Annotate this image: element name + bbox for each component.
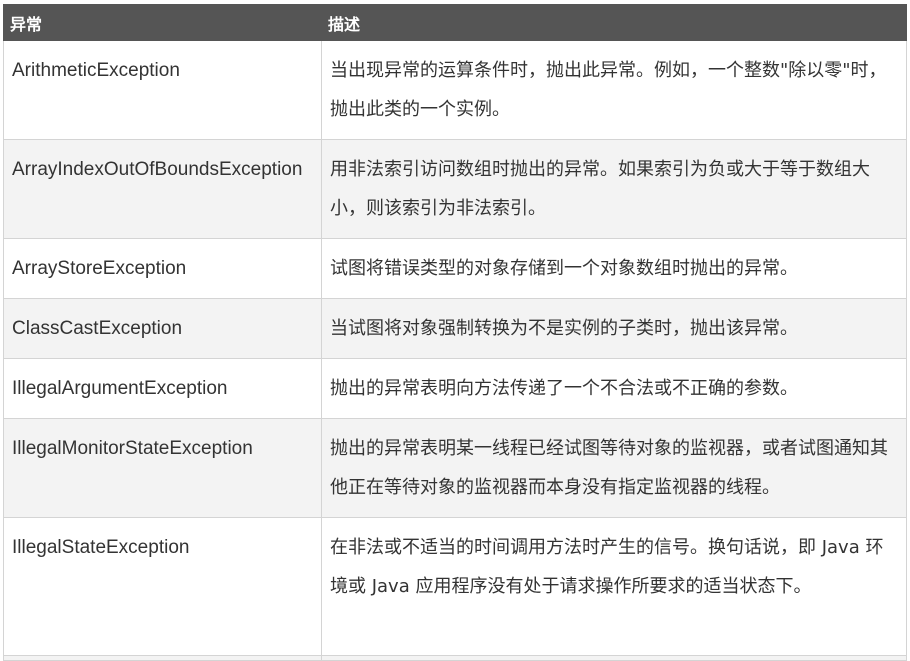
exception-name: IllegalArgumentException [3, 358, 322, 419]
table-row: ClassCastException 当试图将对象强制转换为不是实例的子类时，抛… [3, 298, 907, 359]
exception-name: IllegalMonitorStateException [3, 418, 322, 518]
column-header-exception: 异常 [3, 4, 322, 41]
table-row: IllegalStateException 在非法或不适当的时间调用方法时产生的… [3, 517, 907, 656]
table-row: IllegalArgumentException 抛出的异常表明向方法传递了一个… [3, 358, 907, 419]
table-row: ArrayIndexOutOfBoundsException 用非法索引访问数组… [3, 139, 907, 239]
exception-description: 在非法或不适当的时间调用方法时产生的信号。换句话说，即 Java 环境或 Jav… [321, 517, 907, 656]
table-header: 异常 描述 [3, 4, 907, 41]
exception-description: 用非法索引访问数组时抛出的异常。如果索引为负或大于等于数组大小，则该索引为非法索… [321, 139, 907, 239]
partial-cell [321, 655, 907, 661]
exception-name: ArithmeticException [3, 40, 322, 140]
table-row: ArrayStoreException 试图将错误类型的对象存储到一个对象数组时… [3, 238, 907, 299]
exception-table-container: 异常 描述 ArithmeticException 当出现异常的运算条件时，抛出… [3, 4, 907, 661]
exception-description: 当试图将对象强制转换为不是实例的子类时，抛出该异常。 [321, 298, 907, 359]
exception-name: IllegalStateException [3, 517, 322, 656]
exception-name: ClassCastException [3, 298, 322, 359]
table-row: IllegalMonitorStateException 抛出的异常表明某一线程… [3, 418, 907, 518]
exception-description: 试图将错误类型的对象存储到一个对象数组时抛出的异常。 [321, 238, 907, 299]
partial-cell [3, 655, 322, 661]
header-row: 异常 描述 [3, 4, 907, 41]
exception-description: 抛出的异常表明某一线程已经试图等待对象的监视器，或者试图通知其他正在等待对象的监… [321, 418, 907, 518]
table-row: ArithmeticException 当出现异常的运算条件时，抛出此异常。例如… [3, 40, 907, 140]
exception-name: ArrayStoreException [3, 238, 322, 299]
exception-description: 当出现异常的运算条件时，抛出此异常。例如，一个整数"除以零"时，抛出此类的一个实… [321, 40, 907, 140]
exception-table: 异常 描述 ArithmeticException 当出现异常的运算条件时，抛出… [3, 4, 907, 661]
table-row-partial [3, 655, 907, 661]
column-header-description: 描述 [321, 4, 907, 41]
exception-description: 抛出的异常表明向方法传递了一个不合法或不正确的参数。 [321, 358, 907, 419]
table-body: ArithmeticException 当出现异常的运算条件时，抛出此异常。例如… [3, 40, 907, 661]
exception-name: ArrayIndexOutOfBoundsException [3, 139, 322, 239]
